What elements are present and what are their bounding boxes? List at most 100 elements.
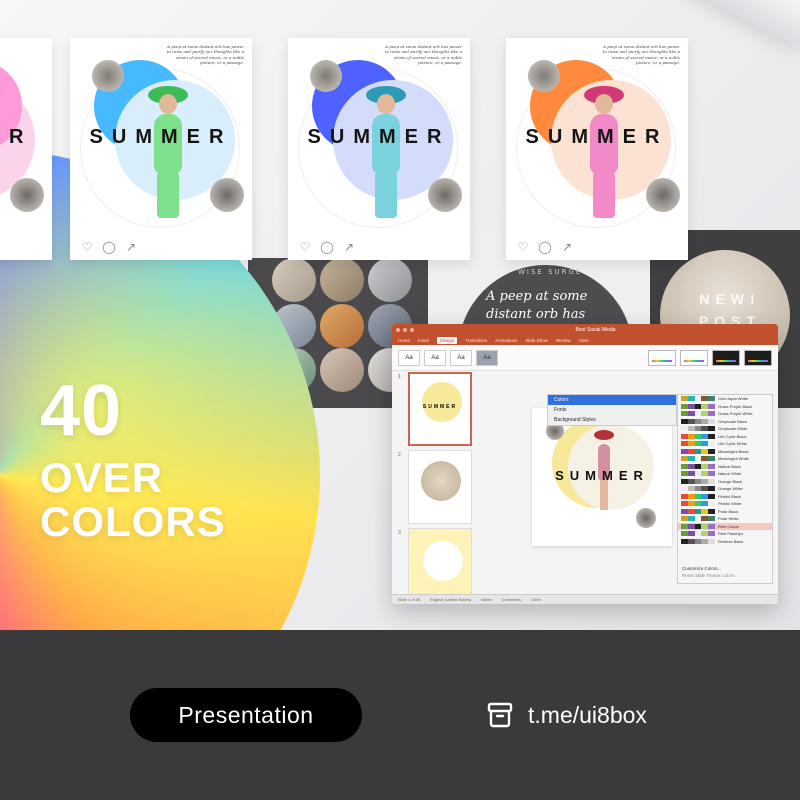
theme-thumb[interactable]: Aa: [424, 349, 446, 366]
reset-colors-item[interactable]: Reset Slide Theme Colors: [682, 572, 734, 579]
ppt-tab-home[interactable]: Home: [398, 338, 410, 343]
presentation-button[interactable]: Presentation: [130, 688, 362, 742]
instagram-card: A peep at some distant orb has power to …: [506, 38, 688, 260]
ppt-tab-view[interactable]: View: [579, 338, 589, 343]
ppt-tab-animations[interactable]: Animations: [495, 338, 517, 343]
comment-icon[interactable]: ◯: [102, 240, 116, 254]
color-swatch: [681, 456, 715, 462]
palette-row[interactable]: Orange Black: [678, 478, 772, 486]
palette-row[interactable]: Pinkful White: [678, 500, 772, 508]
ppt-tab-transitions[interactable]: Transitions: [465, 338, 487, 343]
card-blurb: A peep at some distant orb has power to …: [384, 44, 462, 66]
share-icon[interactable]: ↗: [560, 240, 574, 254]
heart-icon[interactable]: ♡: [516, 240, 530, 254]
slide-thumb-3[interactable]: [408, 528, 472, 602]
palette-row-label: Meaningful Black: [718, 448, 749, 454]
heart-icon[interactable]: ♡: [80, 240, 94, 254]
model-legs: [600, 480, 608, 510]
status-item: Slide 1 of 36: [398, 597, 421, 602]
theme-thumb[interactable]: Aa: [476, 349, 498, 366]
thumb-circle: [320, 258, 364, 302]
slide-number: 1: [398, 374, 401, 380]
palette-row[interactable]: Redless Black: [678, 538, 772, 546]
customize-colors-item[interactable]: Customize Colors...: [682, 565, 734, 572]
thumb-circle: [272, 258, 316, 302]
thumb-circle: [368, 258, 412, 302]
palette-row[interactable]: Reel Colors: [678, 522, 772, 530]
ppt-tab-insert[interactable]: Insert: [418, 338, 429, 343]
window-zoom-button[interactable]: [410, 328, 414, 332]
palette-row-label: Gold Aqua White: [718, 396, 749, 402]
palette-row[interactable]: Greyscale White: [678, 425, 772, 433]
variant-thumb[interactable]: [712, 349, 740, 366]
status-item[interactable]: Notes: [481, 597, 491, 602]
window-close-button[interactable]: [396, 328, 400, 332]
palette-row[interactable]: Meaningful Black: [678, 448, 772, 456]
model-hat: [594, 430, 614, 440]
card-blurb: A peep at some distant orb has power to …: [602, 44, 680, 66]
palette-row-label: Life Cycle White: [718, 441, 747, 447]
variant-thumb[interactable]: [680, 349, 708, 366]
share-icon[interactable]: ↗: [124, 240, 138, 254]
link-text: t.me/ui8box: [528, 701, 647, 728]
color-swatch: [681, 396, 715, 402]
menu-item-colors[interactable]: Colors: [548, 395, 676, 405]
palette-row[interactable]: Orange White: [678, 485, 772, 493]
palette-row[interactable]: Greyscale Black: [678, 418, 772, 426]
instagram-card-partial: SUMMER: [0, 38, 52, 260]
hero-section: WISE SURGE A peep at some distant orb ha…: [0, 0, 800, 630]
ppt-tab-review[interactable]: Review: [556, 338, 571, 343]
status-item[interactable]: 110%: [531, 597, 541, 602]
theme-thumb[interactable]: Aa: [398, 349, 420, 366]
color-swatch: [681, 523, 715, 529]
palette-row[interactable]: Nature White: [678, 470, 772, 478]
model-legs: [157, 172, 179, 218]
palette-row-label: Orange Black: [718, 478, 743, 484]
palette-row[interactable]: Nature Black: [678, 463, 772, 471]
palette-row[interactable]: Polar Black: [678, 508, 772, 516]
palette-row[interactable]: Polar White: [678, 515, 772, 523]
palette-row[interactable]: Grass Purple White: [678, 410, 772, 418]
palette-row-label: Reel Pastelya: [718, 531, 743, 537]
color-swatch: [681, 463, 715, 469]
status-item[interactable]: Comments: [502, 597, 521, 602]
palette-row[interactable]: Grass Purple Black: [678, 403, 772, 411]
status-item: English (United States): [430, 597, 472, 602]
comment-icon[interactable]: ◯: [538, 240, 552, 254]
thumb-circle: [320, 304, 364, 348]
menu-item-fonts[interactable]: Fonts: [548, 405, 676, 415]
slide-canvas[interactable]: SUMMER: [532, 408, 672, 546]
theme-thumb[interactable]: Aa: [450, 349, 472, 366]
ppt-title: Best Social Media: [575, 327, 616, 333]
ppt-tab-design[interactable]: Design: [437, 337, 458, 344]
color-swatch: [681, 441, 715, 447]
palette-row-label: Polar Black: [718, 508, 739, 514]
slide-thumb-word: SUMMER: [422, 404, 458, 410]
ppt-tab-slide-show[interactable]: Slide Show: [525, 338, 548, 343]
palette-row[interactable]: Meaningful White: [678, 455, 772, 463]
slide-thumb-2[interactable]: [408, 450, 472, 524]
telegram-link[interactable]: t.me/ui8box: [486, 698, 647, 732]
color-palette-list: Gold Aqua White Grass Purple Black Grass P…: [677, 394, 773, 584]
slide-thumb-1[interactable]: SUMMER: [408, 372, 472, 446]
window-minimize-button[interactable]: [403, 328, 407, 332]
card-model-figure: [582, 86, 626, 218]
color-swatch: [681, 538, 715, 544]
model-legs: [593, 172, 615, 218]
palette-row[interactable]: Life Cycle Black: [678, 433, 772, 441]
variant-thumb[interactable]: [744, 349, 772, 366]
heart-icon[interactable]: ♡: [298, 240, 312, 254]
palette-row[interactable]: Gold Aqua White: [678, 395, 772, 403]
menu-item-background-styles[interactable]: Background Styles: [548, 415, 676, 425]
palette-row[interactable]: Reel Pastelya: [678, 530, 772, 538]
variant-thumb[interactable]: [648, 349, 676, 366]
palette-row[interactable]: Pinkful Black: [678, 493, 772, 501]
palette-row[interactable]: Life Cycle White: [678, 440, 772, 448]
card-model-figure: [146, 86, 190, 218]
comment-icon[interactable]: ◯: [320, 240, 334, 254]
canvas-mini-photo: [636, 508, 656, 528]
instagram-card: A peep at some distant orb has power to …: [288, 38, 470, 260]
slide-number: 2: [398, 452, 401, 458]
card-word: SUMMER: [525, 126, 669, 148]
share-icon[interactable]: ↗: [342, 240, 356, 254]
